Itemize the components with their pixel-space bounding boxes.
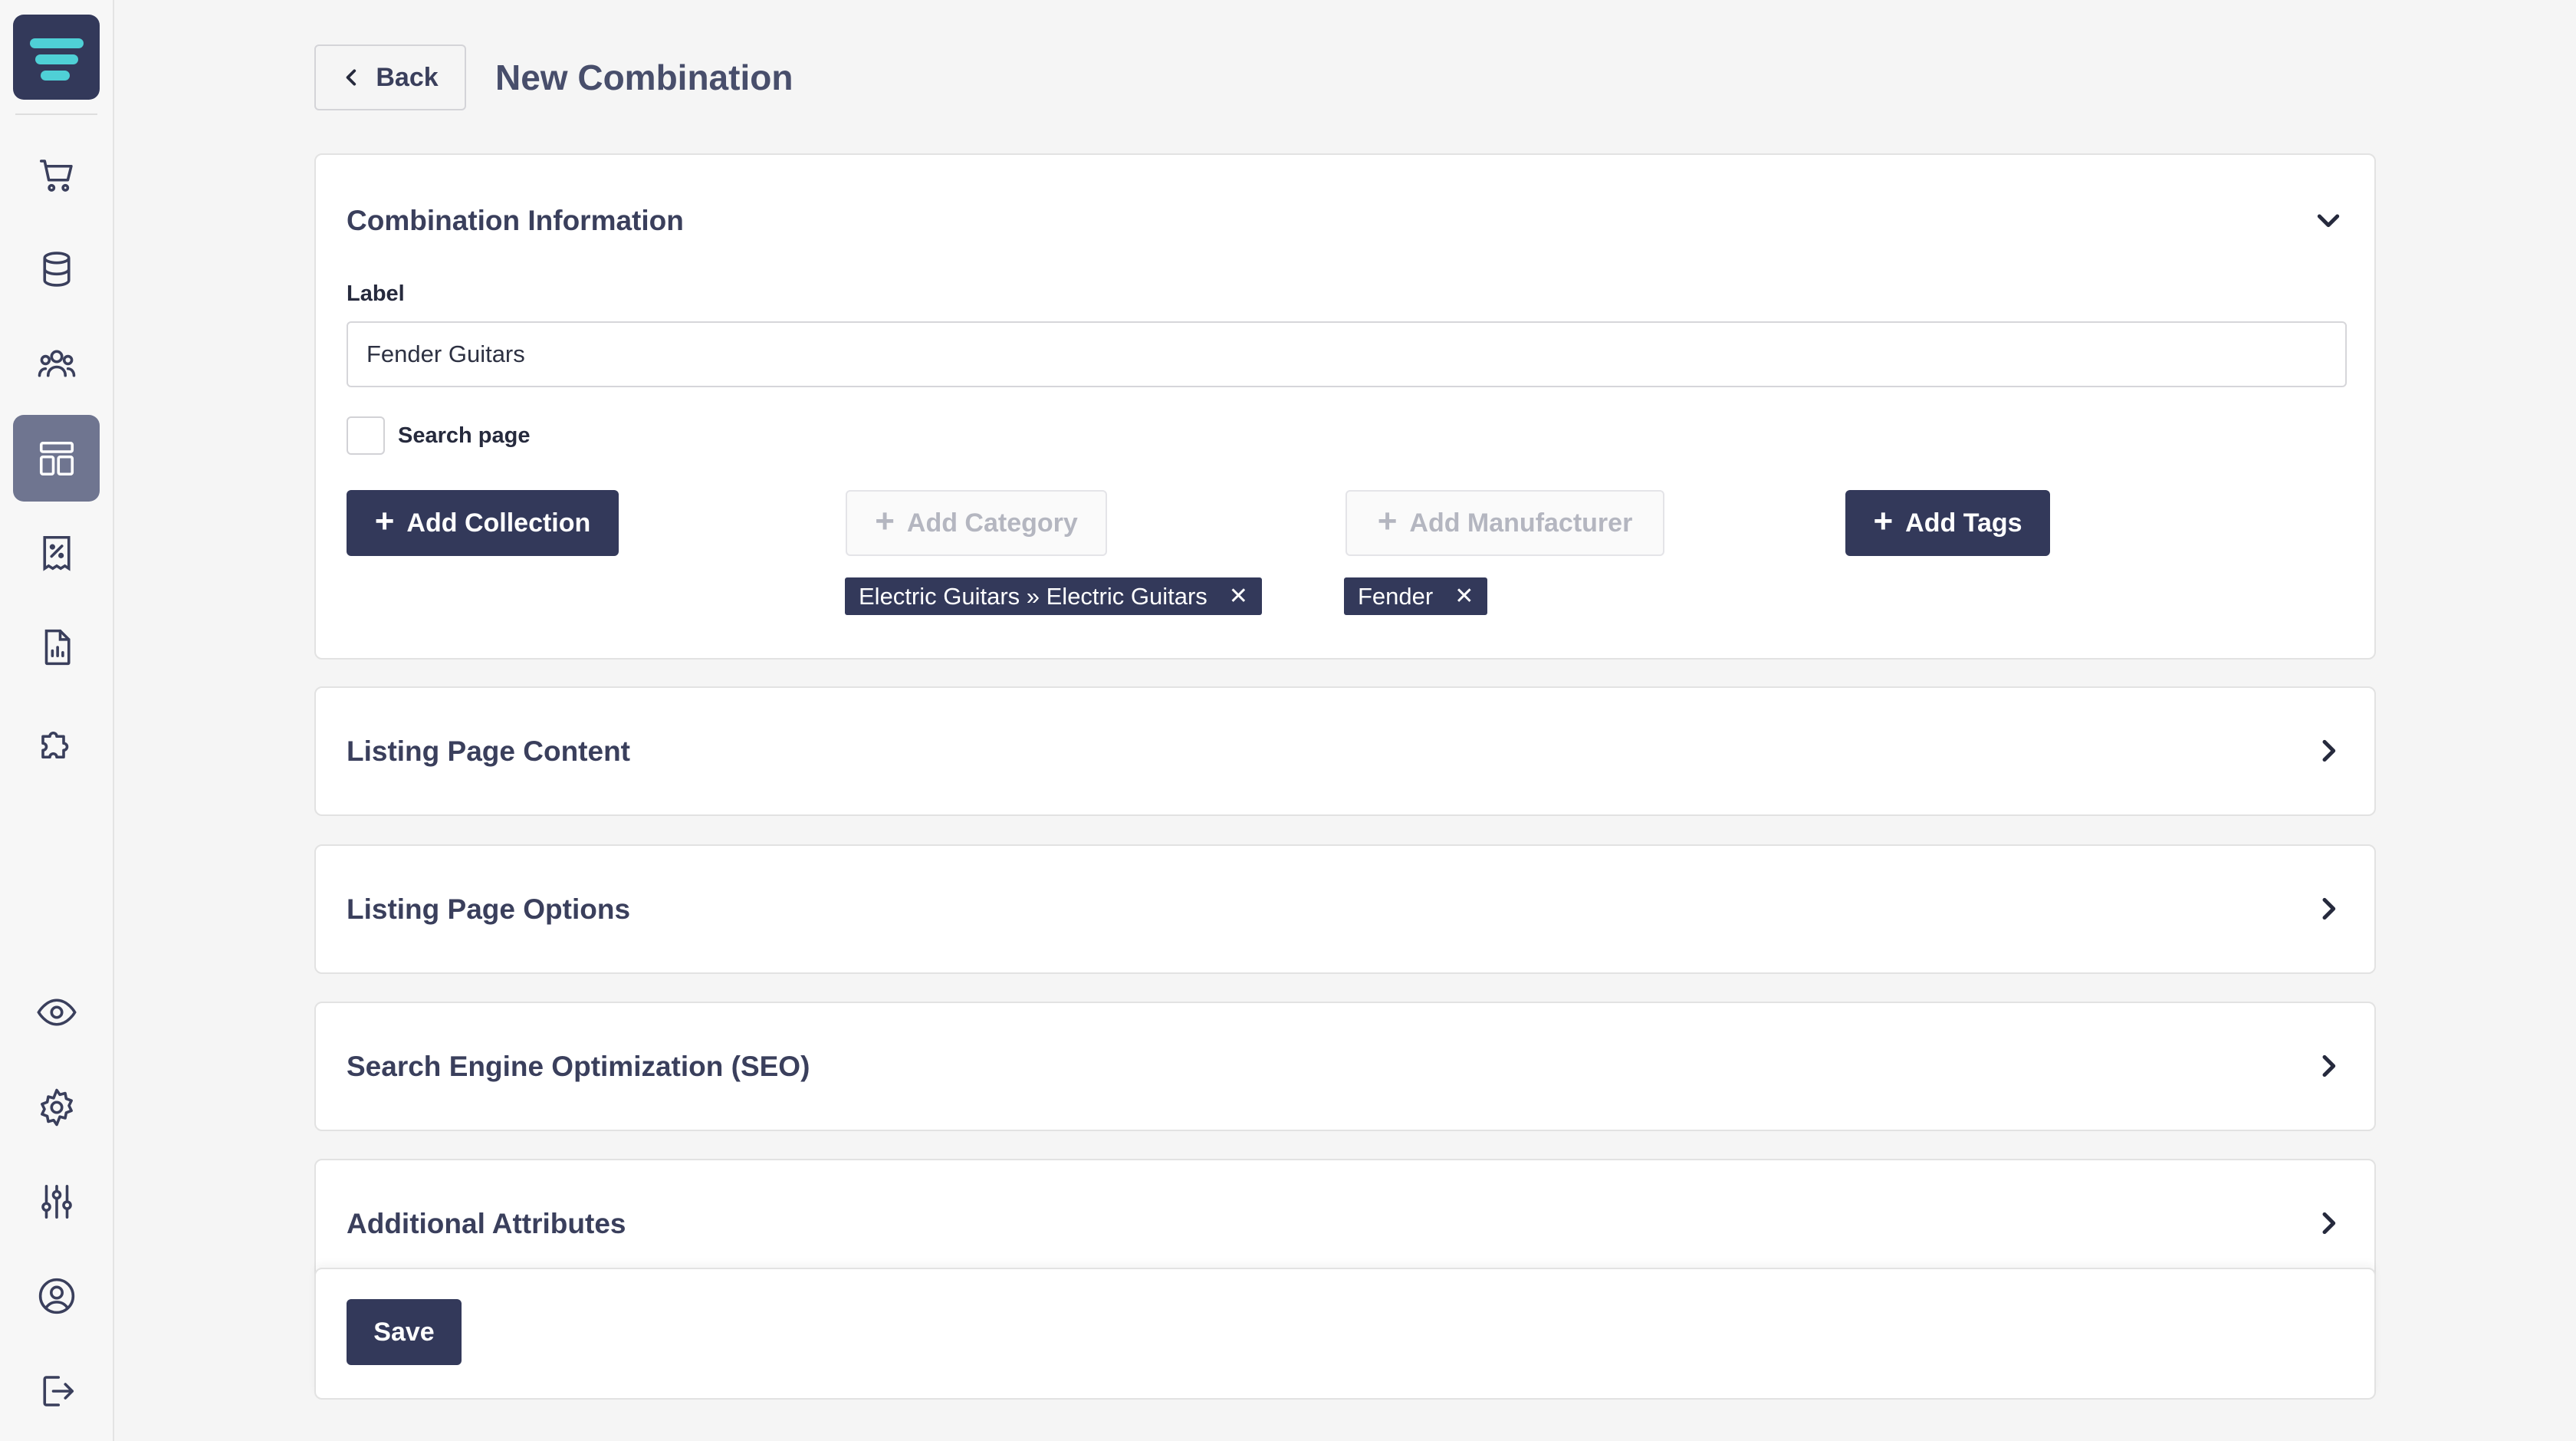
search-page-checkbox[interactable]: [347, 416, 385, 455]
nav-logout[interactable]: [13, 1347, 100, 1434]
chevron-down-icon[interactable]: [2313, 205, 2344, 235]
remove-manufacturer-tag-icon[interactable]: ✕: [1454, 583, 1474, 610]
add-manufacturer-label: Add Manufacturer: [1409, 508, 1633, 538]
sidebar-divider: [15, 114, 97, 115]
cart-icon: [39, 159, 73, 192]
listing-page-options-panel[interactable]: Listing Page Options: [314, 844, 2376, 974]
discount-receipt-icon: [42, 535, 71, 571]
add-tags-button[interactable]: + Add Tags: [1845, 490, 2050, 556]
listing-page-content-header[interactable]: Listing Page Content: [347, 735, 630, 768]
nav-account[interactable]: [13, 1252, 100, 1339]
nav-catalog[interactable]: [13, 225, 100, 312]
page-title: New Combination: [495, 58, 794, 97]
nav-extensions[interactable]: [13, 698, 100, 785]
add-tags-label: Add Tags: [1905, 508, 2022, 538]
chevron-left-icon: [347, 69, 356, 86]
back-label: Back: [376, 62, 439, 92]
eye-icon: [36, 998, 77, 1026]
nav-preview[interactable]: [13, 969, 100, 1055]
seo-panel[interactable]: Search Engine Optimization (SEO): [314, 1002, 2376, 1131]
manufacturer-tag: Fender ✕: [1344, 577, 1488, 615]
combination-information-header[interactable]: Combination Information: [347, 205, 684, 237]
plus-icon: +: [1377, 502, 1398, 540]
category-tag: Electric Guitars » Electric Guitars ✕: [845, 577, 1262, 615]
chevron-right-icon[interactable]: [2313, 1208, 2344, 1239]
sidebar: [0, 0, 114, 1441]
nav-settings[interactable]: [13, 1064, 100, 1150]
label-input[interactable]: [347, 321, 2347, 387]
chevron-right-icon[interactable]: [2313, 1051, 2344, 1081]
app-logo[interactable]: [13, 15, 100, 100]
nav-configuration[interactable]: [13, 1158, 100, 1245]
manufacturer-tag-label: Fender: [1358, 582, 1434, 610]
users-icon: [38, 349, 75, 377]
gear-icon: [40, 1088, 73, 1126]
add-collection-button[interactable]: + Add Collection: [347, 490, 619, 556]
plus-icon: +: [1873, 502, 1894, 540]
additional-attributes-header[interactable]: Additional Attributes: [347, 1208, 626, 1240]
layout-icon: [39, 441, 74, 475]
database-icon: [42, 251, 71, 287]
report-icon: [44, 629, 71, 665]
nav-content[interactable]: [13, 415, 100, 502]
nav-customers[interactable]: [13, 320, 100, 406]
nav-reports[interactable]: [13, 604, 100, 690]
save-button[interactable]: Save: [347, 1299, 462, 1365]
combination-information-panel: Combination Information Label Search pag…: [314, 153, 2376, 660]
nav-promotions[interactable]: [13, 509, 100, 596]
user-circle-icon: [38, 1278, 74, 1314]
seo-header[interactable]: Search Engine Optimization (SEO): [347, 1051, 810, 1083]
label-field-label: Label: [347, 281, 405, 306]
plus-icon: +: [875, 502, 895, 540]
save-bar: Save: [314, 1268, 2376, 1400]
logout-icon: [42, 1375, 74, 1406]
listing-page-options-header[interactable]: Listing Page Options: [347, 893, 630, 926]
nav-orders[interactable]: [13, 131, 100, 218]
page-header: Back New Combination: [314, 44, 793, 110]
add-collection-label: Add Collection: [406, 508, 591, 538]
listing-page-content-panel[interactable]: Listing Page Content: [314, 686, 2376, 816]
add-category-button[interactable]: + Add Category: [846, 490, 1107, 556]
sliders-icon: [41, 1184, 72, 1219]
back-button[interactable]: Back: [314, 44, 466, 110]
search-page-label[interactable]: Search page: [398, 423, 530, 449]
puzzle-icon: [41, 731, 68, 758]
add-manufacturer-button[interactable]: + Add Manufacturer: [1346, 490, 1664, 556]
add-category-label: Add Category: [906, 508, 1078, 538]
chevron-right-icon[interactable]: [2313, 893, 2344, 924]
category-tag-label: Electric Guitars » Electric Guitars: [859, 582, 1208, 610]
chevron-right-icon[interactable]: [2313, 735, 2344, 766]
remove-category-tag-icon[interactable]: ✕: [1229, 583, 1248, 610]
plus-icon: +: [374, 502, 395, 540]
